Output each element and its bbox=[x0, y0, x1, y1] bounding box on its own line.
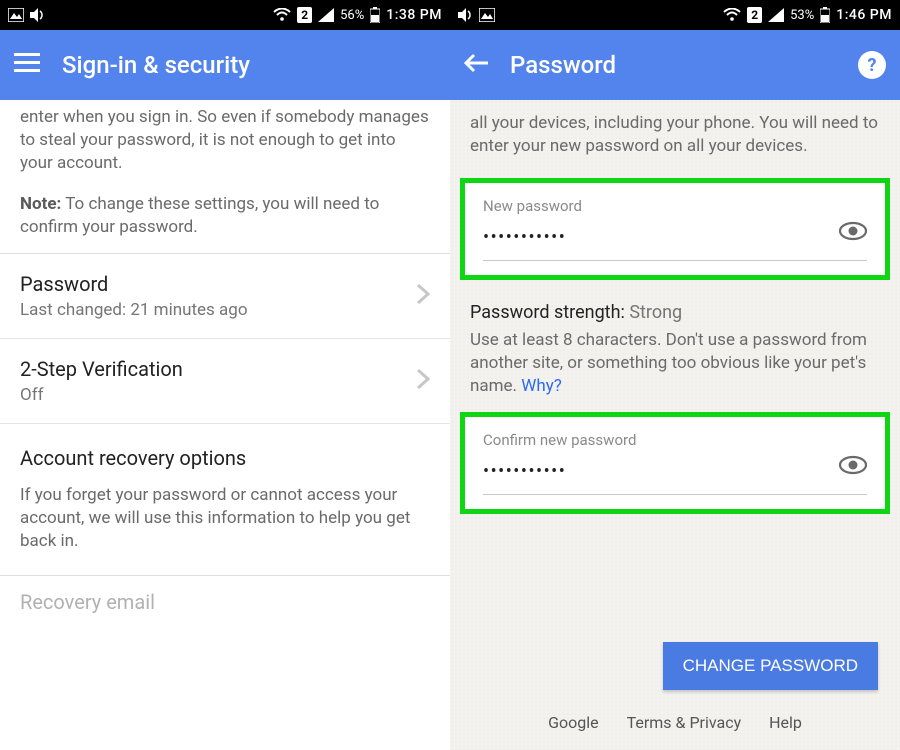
note-text: Note: To change these settings, you will… bbox=[20, 193, 430, 239]
signal-icon bbox=[318, 8, 334, 22]
image-icon bbox=[8, 8, 24, 22]
menu-icon[interactable] bbox=[14, 53, 40, 77]
clock: 1:46 PM bbox=[836, 7, 892, 23]
chevron-right-icon bbox=[416, 364, 430, 397]
new-password-field[interactable]: New password ••••••••••• bbox=[460, 178, 890, 280]
battery-percent: 56% bbox=[340, 8, 364, 23]
page-title: Sign-in & security bbox=[62, 51, 250, 79]
signal-icon bbox=[768, 8, 784, 22]
sim-indicator: 2 bbox=[297, 7, 312, 23]
app-header: Password ? bbox=[450, 30, 900, 100]
footer-help[interactable]: Help bbox=[769, 713, 802, 732]
battery-percent: 53% bbox=[790, 8, 814, 23]
status-bar: 2 53% 1:46 PM bbox=[450, 0, 900, 30]
intro-paragraph: all your devices, including your phone. … bbox=[450, 100, 900, 176]
help-icon[interactable]: ? bbox=[858, 51, 886, 79]
phone-left: 2 56% 1:38 PM Sign-in & security enter w… bbox=[0, 0, 450, 750]
footer-google[interactable]: Google bbox=[548, 713, 599, 732]
password-hint: Use at least 8 characters. Don't use a p… bbox=[450, 327, 900, 408]
item-password[interactable]: Password Last changed: 21 minutes ago bbox=[0, 254, 450, 339]
intro-paragraph: enter when you sign in. So even if someb… bbox=[20, 106, 430, 175]
why-link[interactable]: Why? bbox=[521, 376, 562, 396]
image-icon bbox=[479, 8, 495, 22]
phone-right: 2 53% 1:46 PM Password ? all your device… bbox=[450, 0, 900, 750]
item-primary: 2-Step Verification bbox=[20, 357, 404, 381]
app-header: Sign-in & security bbox=[0, 30, 450, 100]
note-label: Note: bbox=[20, 194, 61, 214]
password-strength: Password strength: Strong bbox=[450, 290, 900, 327]
field-value: ••••••••••• bbox=[483, 461, 867, 482]
status-bar: 2 56% 1:38 PM bbox=[0, 0, 450, 30]
field-label: Confirm new password bbox=[483, 431, 867, 449]
sim-indicator: 2 bbox=[747, 7, 762, 23]
field-value: ••••••••••• bbox=[483, 227, 867, 248]
strength-label: Password strength: bbox=[470, 302, 625, 323]
volume-icon bbox=[30, 8, 45, 22]
footer-terms[interactable]: Terms & Privacy bbox=[627, 713, 742, 732]
battery-icon bbox=[370, 7, 380, 23]
item-recovery-email[interactable]: Recovery email bbox=[0, 576, 450, 614]
field-label: New password bbox=[483, 197, 867, 215]
volume-icon bbox=[458, 8, 473, 22]
wifi-icon bbox=[723, 8, 741, 22]
content: enter when you sign in. So even if someb… bbox=[0, 94, 450, 614]
recovery-heading: Account recovery options bbox=[0, 424, 450, 474]
confirm-password-field[interactable]: Confirm new password ••••••••••• bbox=[460, 412, 890, 514]
visibility-icon[interactable] bbox=[839, 455, 867, 479]
page-title: Password bbox=[510, 51, 616, 79]
chevron-right-icon bbox=[416, 279, 430, 312]
item-2step[interactable]: 2-Step Verification Off bbox=[0, 339, 450, 424]
change-password-button[interactable]: CHANGE PASSWORD bbox=[663, 642, 878, 690]
wifi-icon bbox=[273, 8, 291, 22]
item-primary: Password bbox=[20, 272, 404, 296]
back-icon[interactable] bbox=[464, 53, 488, 77]
visibility-icon[interactable] bbox=[839, 221, 867, 245]
recovery-copy: If you forget your password or cannot ac… bbox=[0, 474, 450, 575]
note-body: To change these settings, you will need … bbox=[20, 194, 379, 237]
item-secondary: Last changed: 21 minutes ago bbox=[20, 300, 404, 320]
footer-links: Google Terms & Privacy Help bbox=[450, 713, 900, 732]
item-secondary: Off bbox=[20, 385, 404, 405]
strength-value: Strong bbox=[629, 302, 682, 323]
battery-icon bbox=[820, 7, 830, 23]
clock: 1:38 PM bbox=[386, 7, 442, 23]
